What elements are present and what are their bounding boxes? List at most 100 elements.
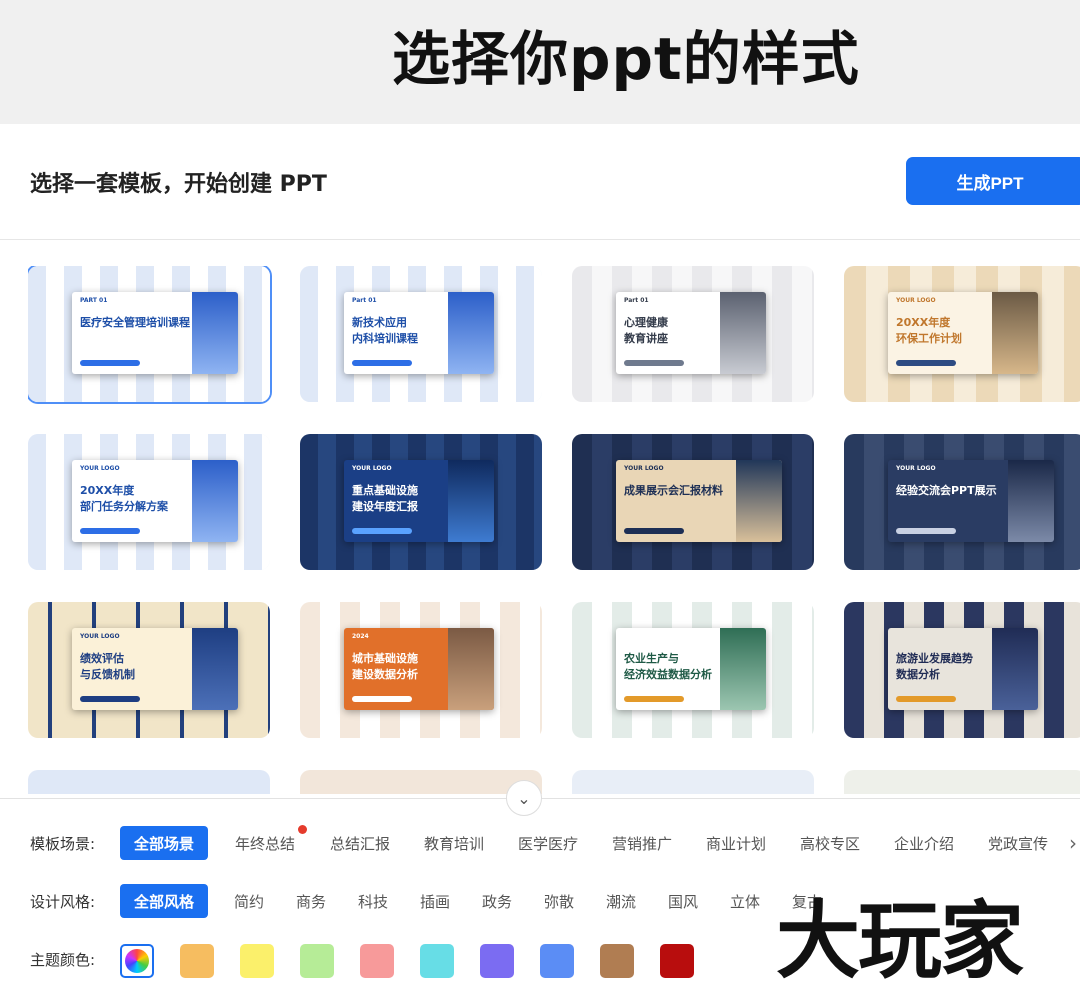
scene-chip[interactable]: 企业介绍 [886,826,962,860]
template-accent-bar [896,528,956,534]
color-swatch[interactable] [360,944,394,978]
template-card[interactable]: YOUR LOGO 重点基础设施 建设年度汇报 [300,434,542,570]
template-accent-bar [624,696,684,702]
page-subtitle: 选择一套模板，开始创建 PPT [30,172,327,197]
template-subtitle: 经济效益数据分析 [624,668,712,681]
template-card[interactable]: PART 01 医疗安全管理培训课程 [28,266,270,402]
scene-chip[interactable]: 商业计划 [698,826,774,860]
style-filter-label: 设计风格: [30,893,96,911]
template-subtitle: 建设年度汇报 [352,500,418,513]
scene-chip[interactable]: 营销推广 [604,826,680,860]
template-card[interactable]: YOUR LOGO 20XX年度部门任务分解方案 [28,434,270,570]
template-logo-text: YOUR LOGO [352,465,392,472]
style-chip[interactable]: 弥散 [536,884,582,918]
chevron-right-icon[interactable]: › [1058,823,1080,863]
template-logo-text: YOUR LOGO [896,465,936,472]
hot-dot-icon [298,825,307,834]
template-title: 20XX年度 [80,484,135,497]
template-card[interactable]: Part 01 新技术应用内科培训课程 [300,266,542,402]
template-card[interactable] [572,770,814,794]
color-swatch[interactable] [420,944,454,978]
template-logo-text: YOUR LOGO [624,465,664,472]
template-logo-text: 2024 [352,633,369,640]
template-card[interactable]: YOUR LOGO 绩效评估 与反馈机制 [28,602,270,738]
scene-chip[interactable]: 全部场景 [120,826,208,860]
template-accent-bar [80,360,140,366]
template-card[interactable]: 旅游业发展趋势 数据分析 [844,602,1080,738]
template-logo-text: YOUR LOGO [80,465,120,472]
style-chip[interactable]: 政务 [474,884,520,918]
color-filter-label: 主题颜色: [30,951,96,969]
scene-chip[interactable]: 党政宣传 [980,826,1056,860]
style-chip[interactable]: 潮流 [598,884,644,918]
color-swatch[interactable] [180,944,214,978]
template-preview-slide: 2024 城市基础设施 建设数据分析 [344,628,494,710]
banner-headline: 选择你ppt的样式 [392,25,860,93]
template-title: 医疗安全管理培训课程 [80,316,190,329]
template-logo-text: YOUR LOGO [896,297,936,304]
template-preview-slide: YOUR LOGO 20XX年度 环保工作计划 [888,292,1038,374]
template-preview-slide: YOUR LOGO 经验交流会PPT展示 [888,460,1054,542]
template-subtitle: 教育讲座 [624,332,668,345]
template-card[interactable]: Part 01 心理健康 教育讲座 [572,266,814,402]
style-chip[interactable]: 科技 [350,884,396,918]
style-chip[interactable]: 商务 [288,884,334,918]
template-title: 农业生产与 [624,652,679,665]
template-card[interactable]: 2024 城市基础设施 建设数据分析 [300,602,542,738]
template-accent-bar [352,528,412,534]
template-title: 成果展示会汇报材料 [624,484,723,497]
style-chip[interactable]: 插画 [412,884,458,918]
template-card[interactable] [844,770,1080,794]
style-chip[interactable]: 立体 [722,884,768,918]
template-preview-slide: YOUR LOGO 重点基础设施 建设年度汇报 [344,460,494,542]
template-preview-slide: PART 01 医疗安全管理培训课程 [72,292,238,374]
scene-chip[interactable]: 年终总结 [228,826,302,860]
template-subtitle: 数据分析 [896,668,940,681]
template-title: 新技术应用 [352,316,407,329]
template-card[interactable]: YOUR LOGO 20XX年度 环保工作计划 [844,266,1080,402]
template-logo-text: Part 01 [352,297,377,304]
template-logo-text: PART 01 [80,297,108,304]
template-title: 城市基础设施 [352,652,418,665]
template-image [192,292,238,374]
scene-chip[interactable]: 总结汇报 [322,826,398,860]
color-wheel-icon [125,949,149,973]
template-card[interactable]: YOUR LOGO 成果展示会汇报材料 [572,434,814,570]
scene-filter-label: 模板场景: [30,835,96,853]
color-swatch-all[interactable] [120,944,154,978]
color-swatch[interactable] [660,944,694,978]
template-subtitle: 内科培训课程 [352,332,418,345]
color-swatch[interactable] [300,944,334,978]
template-logo-text: Part 01 [624,297,649,304]
template-title: 20XX年度 [896,316,951,329]
template-subtitle: 与反馈机制 [80,668,135,681]
template-subtitle: 环保工作计划 [896,332,962,345]
template-accent-bar [624,528,684,534]
template-subtitle: 部门任务分解方案 [80,500,168,513]
scene-chip[interactable]: 医学医疗 [510,826,586,860]
color-swatch[interactable] [240,944,274,978]
template-card[interactable] [28,770,270,794]
template-accent-bar [352,360,412,366]
style-chip[interactable]: 全部风格 [120,884,208,918]
template-preview-slide: Part 01 心理健康 教育讲座 [616,292,766,374]
color-swatch[interactable] [480,944,514,978]
template-title: 重点基础设施 [352,484,418,497]
template-card[interactable]: YOUR LOGO 经验交流会PPT展示 [844,434,1080,570]
color-swatch[interactable] [600,944,634,978]
scene-chip[interactable]: 教育培训 [416,826,492,860]
style-chip[interactable]: 国风 [660,884,706,918]
color-swatch[interactable] [540,944,574,978]
template-preview-slide: Part 01 新技术应用内科培训课程 [344,292,494,374]
style-chip[interactable]: 简约 [226,884,272,918]
template-accent-bar [624,360,684,366]
template-preview-slide: 农业生产与经济效益数据分析 [616,628,766,710]
generate-ppt-button[interactable]: 生成PPT [906,157,1080,205]
scene-chip[interactable]: 高校专区 [792,826,868,860]
template-accent-bar [80,528,140,534]
watermark: 大玩家 [776,891,1024,988]
template-title: 经验交流会PPT展示 [896,484,997,497]
template-card[interactable]: 农业生产与经济效益数据分析 [572,602,814,738]
chevron-down-icon[interactable]: ⌄ [506,780,542,816]
template-card[interactable] [300,770,542,794]
